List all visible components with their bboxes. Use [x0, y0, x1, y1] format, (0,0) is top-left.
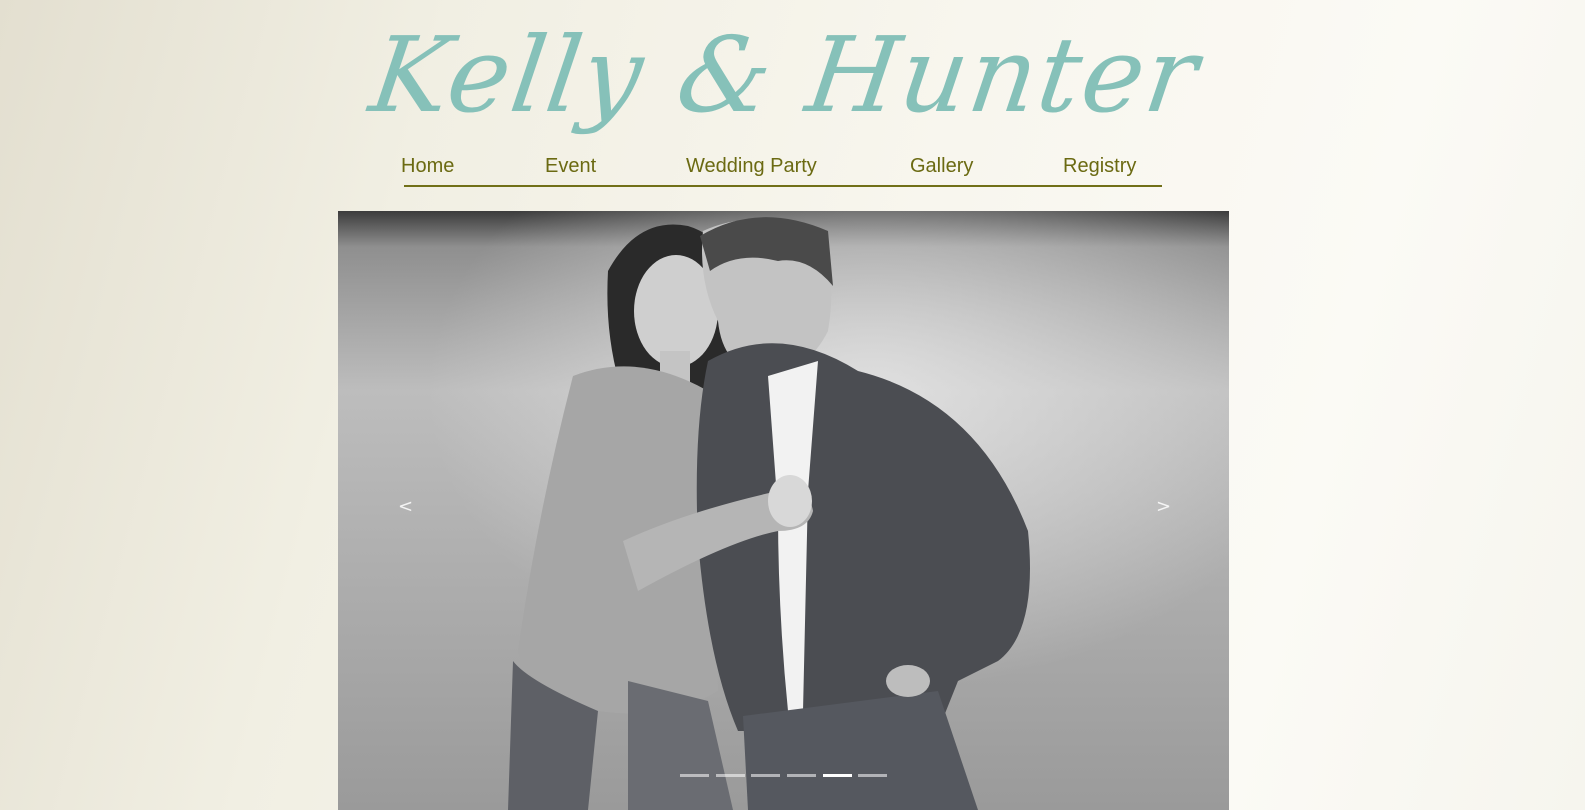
slide-indicator-3[interactable]	[751, 774, 780, 777]
nav-item-gallery[interactable]: Gallery	[910, 155, 973, 178]
nav-item-event[interactable]: Event	[545, 155, 596, 178]
slide-indicator-6[interactable]	[858, 774, 887, 777]
slide-indicator-1[interactable]	[680, 774, 709, 777]
nav-item-registry[interactable]: Registry	[1063, 155, 1136, 178]
slide-indicator-2[interactable]	[716, 774, 745, 777]
nav-item-home[interactable]: Home	[401, 155, 454, 178]
photo-slideshow[interactable]: < >	[338, 211, 1229, 810]
slideshow-prev-arrow[interactable]: <	[398, 496, 413, 517]
main-nav: Home Event Wedding Party Gallery Registr…	[401, 150, 1162, 187]
couple-photo	[338, 211, 1229, 810]
slide-indicator-5[interactable]	[823, 774, 852, 777]
slideshow-next-arrow[interactable]: >	[1156, 496, 1171, 517]
site-title: Kelly & Hunter	[363, 14, 1207, 136]
nav-item-wedding-party[interactable]: Wedding Party	[686, 155, 817, 178]
slide-indicator-4[interactable]	[787, 774, 816, 777]
